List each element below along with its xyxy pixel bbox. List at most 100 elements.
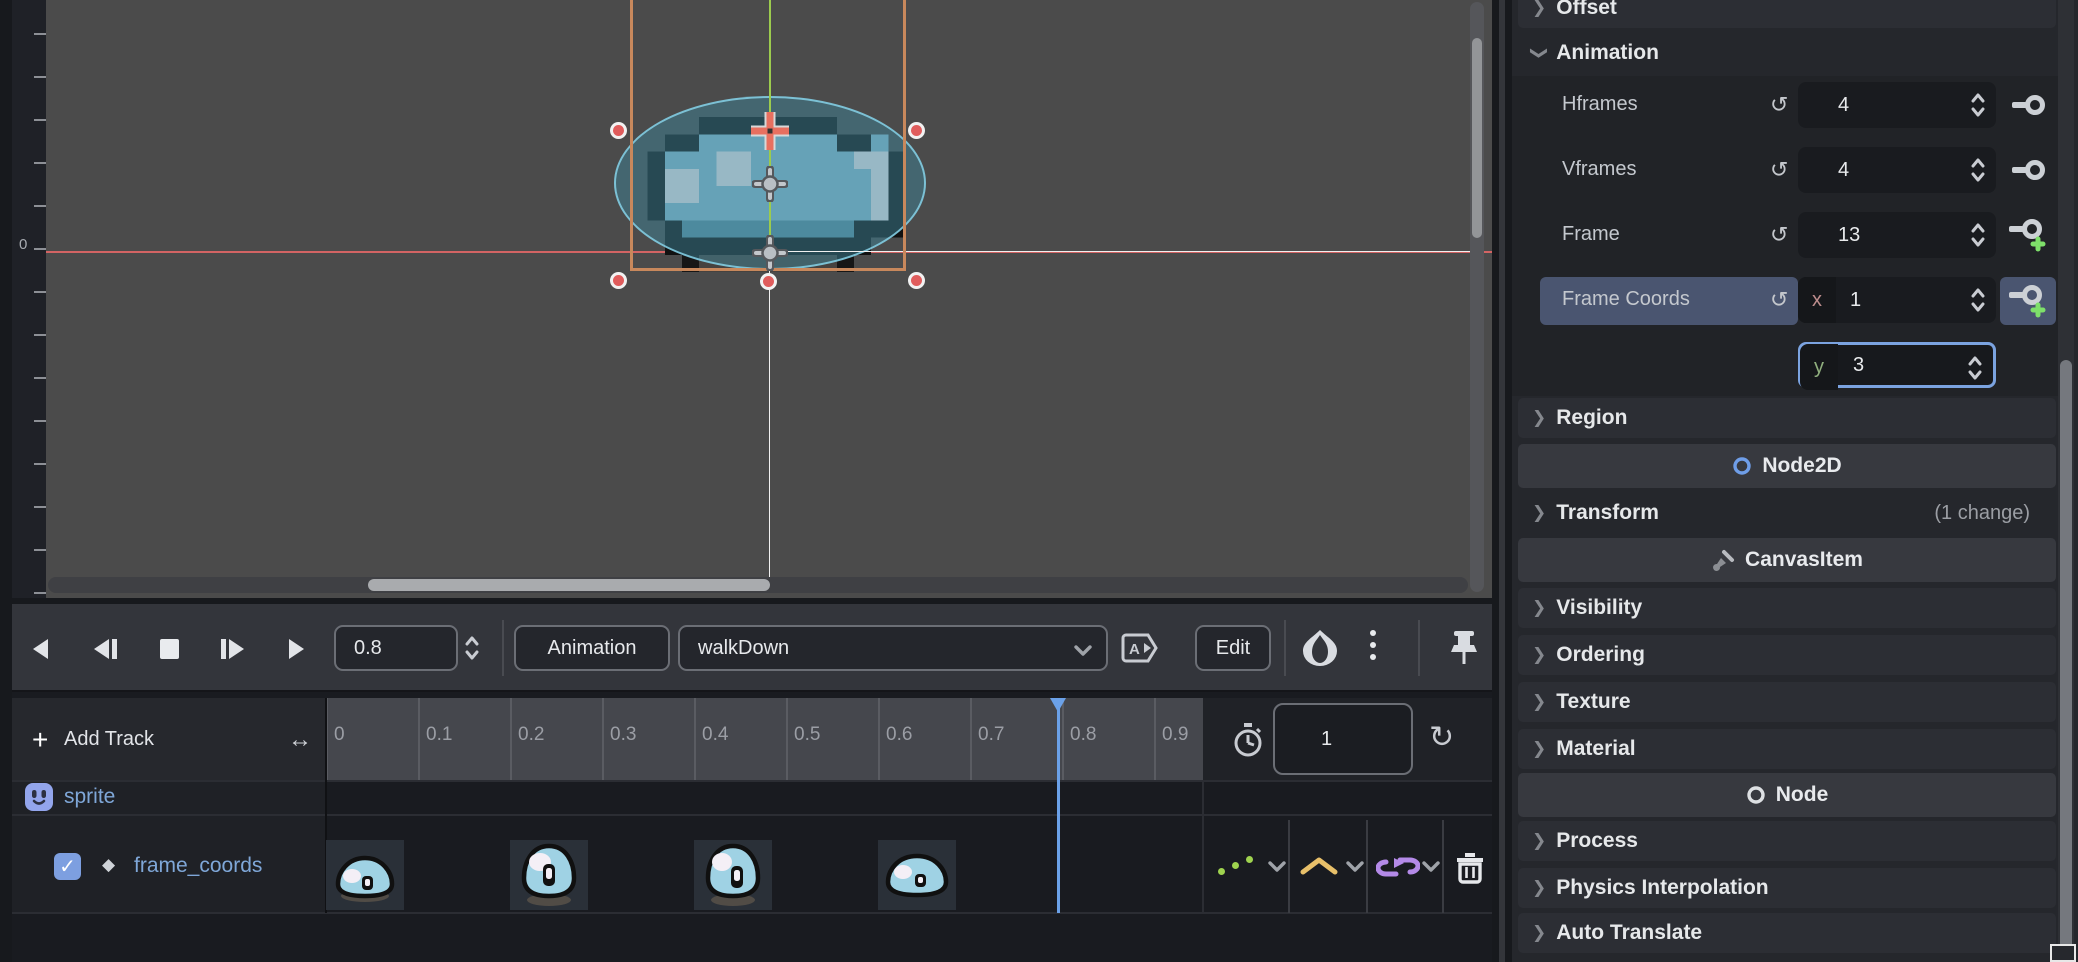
key-insert-icon	[2008, 218, 2048, 252]
play-from-position-button[interactable]	[220, 637, 246, 661]
ruler-label: 0.6	[886, 724, 912, 746]
viewport-vertical-scrollbar[interactable]	[1470, 2, 1484, 592]
frame-coords-key-insert-button[interactable]	[2000, 278, 2056, 324]
animation-select-dropdown[interactable]: walkDown	[678, 625, 1108, 671]
spinner-icon[interactable]	[1967, 354, 1983, 382]
vframes-field[interactable]: 4	[1798, 147, 1996, 193]
canvasitem-category-header[interactable]: CanvasItem	[1518, 538, 2056, 582]
panel-splitter[interactable]	[1499, 0, 1505, 962]
pin-animation-icon[interactable]	[1446, 628, 1482, 668]
spinner-icon[interactable]	[1970, 286, 1986, 314]
playhead-handle[interactable]	[1050, 698, 1066, 712]
viewport-horizontal-scrollbar[interactable]	[48, 577, 1468, 593]
section-physics-interpolation[interactable]: ❯ Physics Interpolation	[1518, 868, 2056, 908]
animation-menu-button[interactable]: Animation	[514, 625, 670, 671]
section-region[interactable]: ❯ Region	[1518, 398, 2056, 438]
play-button[interactable]	[285, 637, 307, 661]
hframes-key-button[interactable]	[2000, 82, 2056, 128]
update-mode-dropdown-icon[interactable]	[1268, 860, 1286, 872]
revert-icon[interactable]: ↺	[1770, 287, 1788, 313]
node-category-header[interactable]: Node	[1518, 773, 2056, 817]
time-field[interactable]: 0.8	[334, 625, 458, 671]
selection-handle-bottom-left[interactable]	[610, 272, 627, 289]
position-crosshair[interactable]	[747, 108, 793, 154]
track-enabled-checkbox[interactable]: ✓	[54, 853, 81, 880]
section-transform[interactable]: ❯ Transform (1 change)	[1518, 493, 2056, 533]
ruler-label: 0.8	[1070, 724, 1096, 746]
loop-animation-icon[interactable]: ↻	[1429, 720, 1454, 755]
inspector-scrollbar[interactable]	[2058, 0, 2074, 962]
stop-button[interactable]	[158, 637, 180, 661]
hframes-field[interactable]: 4	[1798, 82, 1996, 128]
section-auto-translate[interactable]: ❯ Auto Translate	[1518, 913, 2056, 953]
chevron-right-icon: ❯	[1532, 645, 1546, 665]
timeline-ruler[interactable]: 0 0.1 0.2 0.3 0.4 0.5 0.6 0.7 0.8 0.9	[326, 698, 1203, 780]
game-window-left-edge	[769, 252, 770, 592]
loop-wrap-dropdown-icon[interactable]	[1422, 860, 1440, 872]
v-scroll-thumb[interactable]	[1472, 38, 1482, 238]
section-visibility[interactable]: ❯ Visibility	[1518, 588, 2056, 628]
spinner-icon[interactable]	[1970, 91, 1986, 119]
spinner-icon[interactable]	[1970, 156, 1986, 184]
ruler-label: 0.4	[702, 724, 728, 746]
time-spinner[interactable]	[464, 634, 480, 662]
chevron-right-icon: ❯	[1532, 408, 1546, 428]
ruler-label: 0.3	[610, 724, 636, 746]
node2d-category-header[interactable]: Node2D	[1518, 444, 2056, 488]
play-backwards-button[interactable]	[30, 637, 52, 661]
selection-handle-bottom-center[interactable]	[760, 273, 777, 290]
length-clock-icon	[1231, 722, 1265, 758]
selection-handle-left[interactable]	[610, 122, 627, 139]
inspector-panel: ❯ Offset ❯ Animation Hframes ↺ 4 Vframes…	[1512, 0, 2078, 962]
selection-handle-bottom-right[interactable]	[908, 272, 925, 289]
section-process[interactable]: ❯ Process	[1518, 821, 2056, 861]
timeline-playhead[interactable]	[1057, 698, 1060, 913]
section-offset[interactable]: ❯ Offset	[1518, 0, 2056, 28]
loop-wrap-mode-icon[interactable]	[1376, 854, 1420, 880]
update-mode-icon[interactable]	[1218, 856, 1260, 876]
pan-timeline-icon[interactable]: ↔	[288, 726, 312, 754]
canvas-viewport[interactable]: 0	[12, 0, 1492, 598]
brush-icon	[1711, 548, 1735, 572]
frame-key-insert-button[interactable]	[2000, 212, 2056, 258]
interpolation-mode-icon[interactable]	[1300, 856, 1338, 876]
revert-icon[interactable]: ↺	[1770, 157, 1788, 183]
frame-field[interactable]: 13	[1798, 212, 1996, 258]
track-frame-coords-label[interactable]: frame_coords	[134, 854, 262, 878]
frame-coords-y-field[interactable]: y 3	[1798, 342, 1996, 388]
hframes-label: Hframes	[1562, 93, 1638, 116]
revert-icon[interactable]: ↺	[1770, 92, 1788, 118]
vframes-key-button[interactable]	[2000, 147, 2056, 193]
interpolation-dropdown-icon[interactable]	[1346, 860, 1364, 872]
keyframe-thumbnail[interactable]	[326, 840, 404, 910]
section-material[interactable]: ❯ Material	[1518, 729, 2056, 769]
delete-track-icon[interactable]	[1454, 850, 1486, 884]
inspector-scroll-thumb[interactable]	[2060, 360, 2072, 962]
center-anchor-gizmo[interactable]	[752, 166, 788, 202]
animation-length-field[interactable]: 1	[1273, 703, 1413, 775]
keyframe-thumbnail[interactable]	[510, 840, 588, 910]
onion-options-icon[interactable]	[1370, 630, 1376, 660]
origin-gizmo[interactable]	[752, 235, 788, 271]
vertical-ruler: 0	[12, 0, 46, 598]
ruler-label: 0.2	[518, 724, 544, 746]
autoplay-on-load-icon[interactable]: A	[1120, 631, 1162, 665]
section-ordering[interactable]: ❯ Ordering	[1518, 635, 2056, 675]
h-scroll-thumb[interactable]	[368, 579, 770, 591]
current-animation-name: walkDown	[698, 637, 789, 660]
add-track-button[interactable]: Add Track	[64, 728, 154, 751]
keyframe-thumbnail[interactable]	[878, 840, 956, 910]
canvas-area[interactable]	[46, 0, 1492, 598]
revert-icon[interactable]: ↺	[1770, 222, 1788, 248]
row-divider	[12, 814, 1492, 816]
track-sprite-label[interactable]: sprite	[64, 785, 115, 809]
section-animation[interactable]: ❯ Animation	[1518, 33, 2056, 73]
section-texture[interactable]: ❯ Texture	[1518, 682, 2056, 722]
play-backwards-from-end-button[interactable]	[92, 637, 118, 661]
onion-skinning-icon[interactable]	[1300, 628, 1340, 668]
selection-handle-right[interactable]	[908, 122, 925, 139]
keyframe-thumbnail[interactable]	[694, 840, 772, 910]
frame-coords-x-field[interactable]: x 1	[1798, 277, 1996, 323]
edit-button[interactable]: Edit	[1195, 625, 1271, 671]
spinner-icon[interactable]	[1970, 221, 1986, 249]
